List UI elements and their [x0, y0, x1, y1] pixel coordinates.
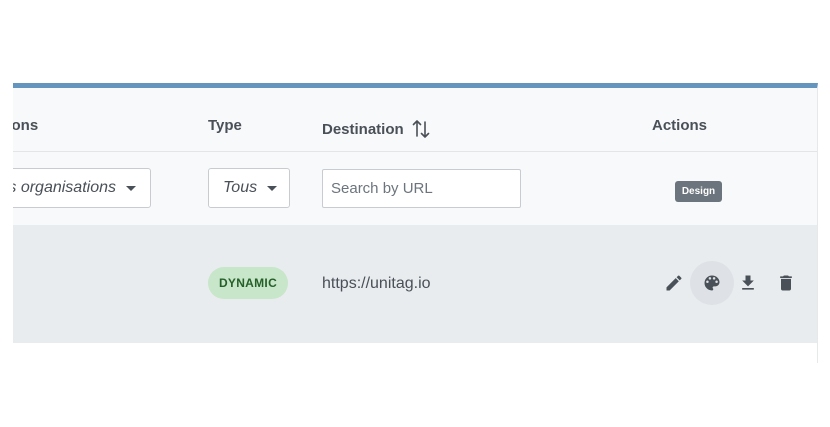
delete-button[interactable] — [764, 261, 808, 305]
chevron-down-icon — [267, 185, 278, 191]
sort-icon[interactable] — [412, 119, 430, 139]
type-badge: DYNAMIC — [208, 267, 288, 299]
type-filter-value: Tous — [223, 179, 258, 196]
table-header-row: ations Type Destination Actions — [13, 88, 817, 152]
search-by-url-input[interactable] — [322, 169, 521, 208]
destination-url: https://unitag.io — [322, 275, 431, 292]
trash-icon — [780, 275, 792, 291]
design-tooltip: Design — [675, 181, 722, 202]
column-header-actions: Actions — [652, 117, 708, 134]
type-filter-dropdown[interactable]: Tous — [208, 168, 290, 208]
organisation-filter-dropdown[interactable]: s organisations — [13, 168, 151, 208]
column-header-destination-label: Destination — [322, 120, 404, 138]
palette-icon — [704, 275, 720, 291]
organisation-filter-value: s organisations — [13, 179, 116, 196]
column-header-type: Type — [208, 117, 242, 134]
qr-codes-table: ations Type Destination Actions s organi… — [13, 83, 818, 363]
pencil-icon — [666, 275, 682, 291]
chevron-down-icon — [126, 185, 136, 191]
download-icon — [742, 275, 754, 290]
column-header-organisations: ations — [13, 117, 39, 134]
table-row: DYNAMIC https://unitag.io — [13, 225, 817, 343]
column-header-destination[interactable]: Destination — [322, 119, 430, 139]
